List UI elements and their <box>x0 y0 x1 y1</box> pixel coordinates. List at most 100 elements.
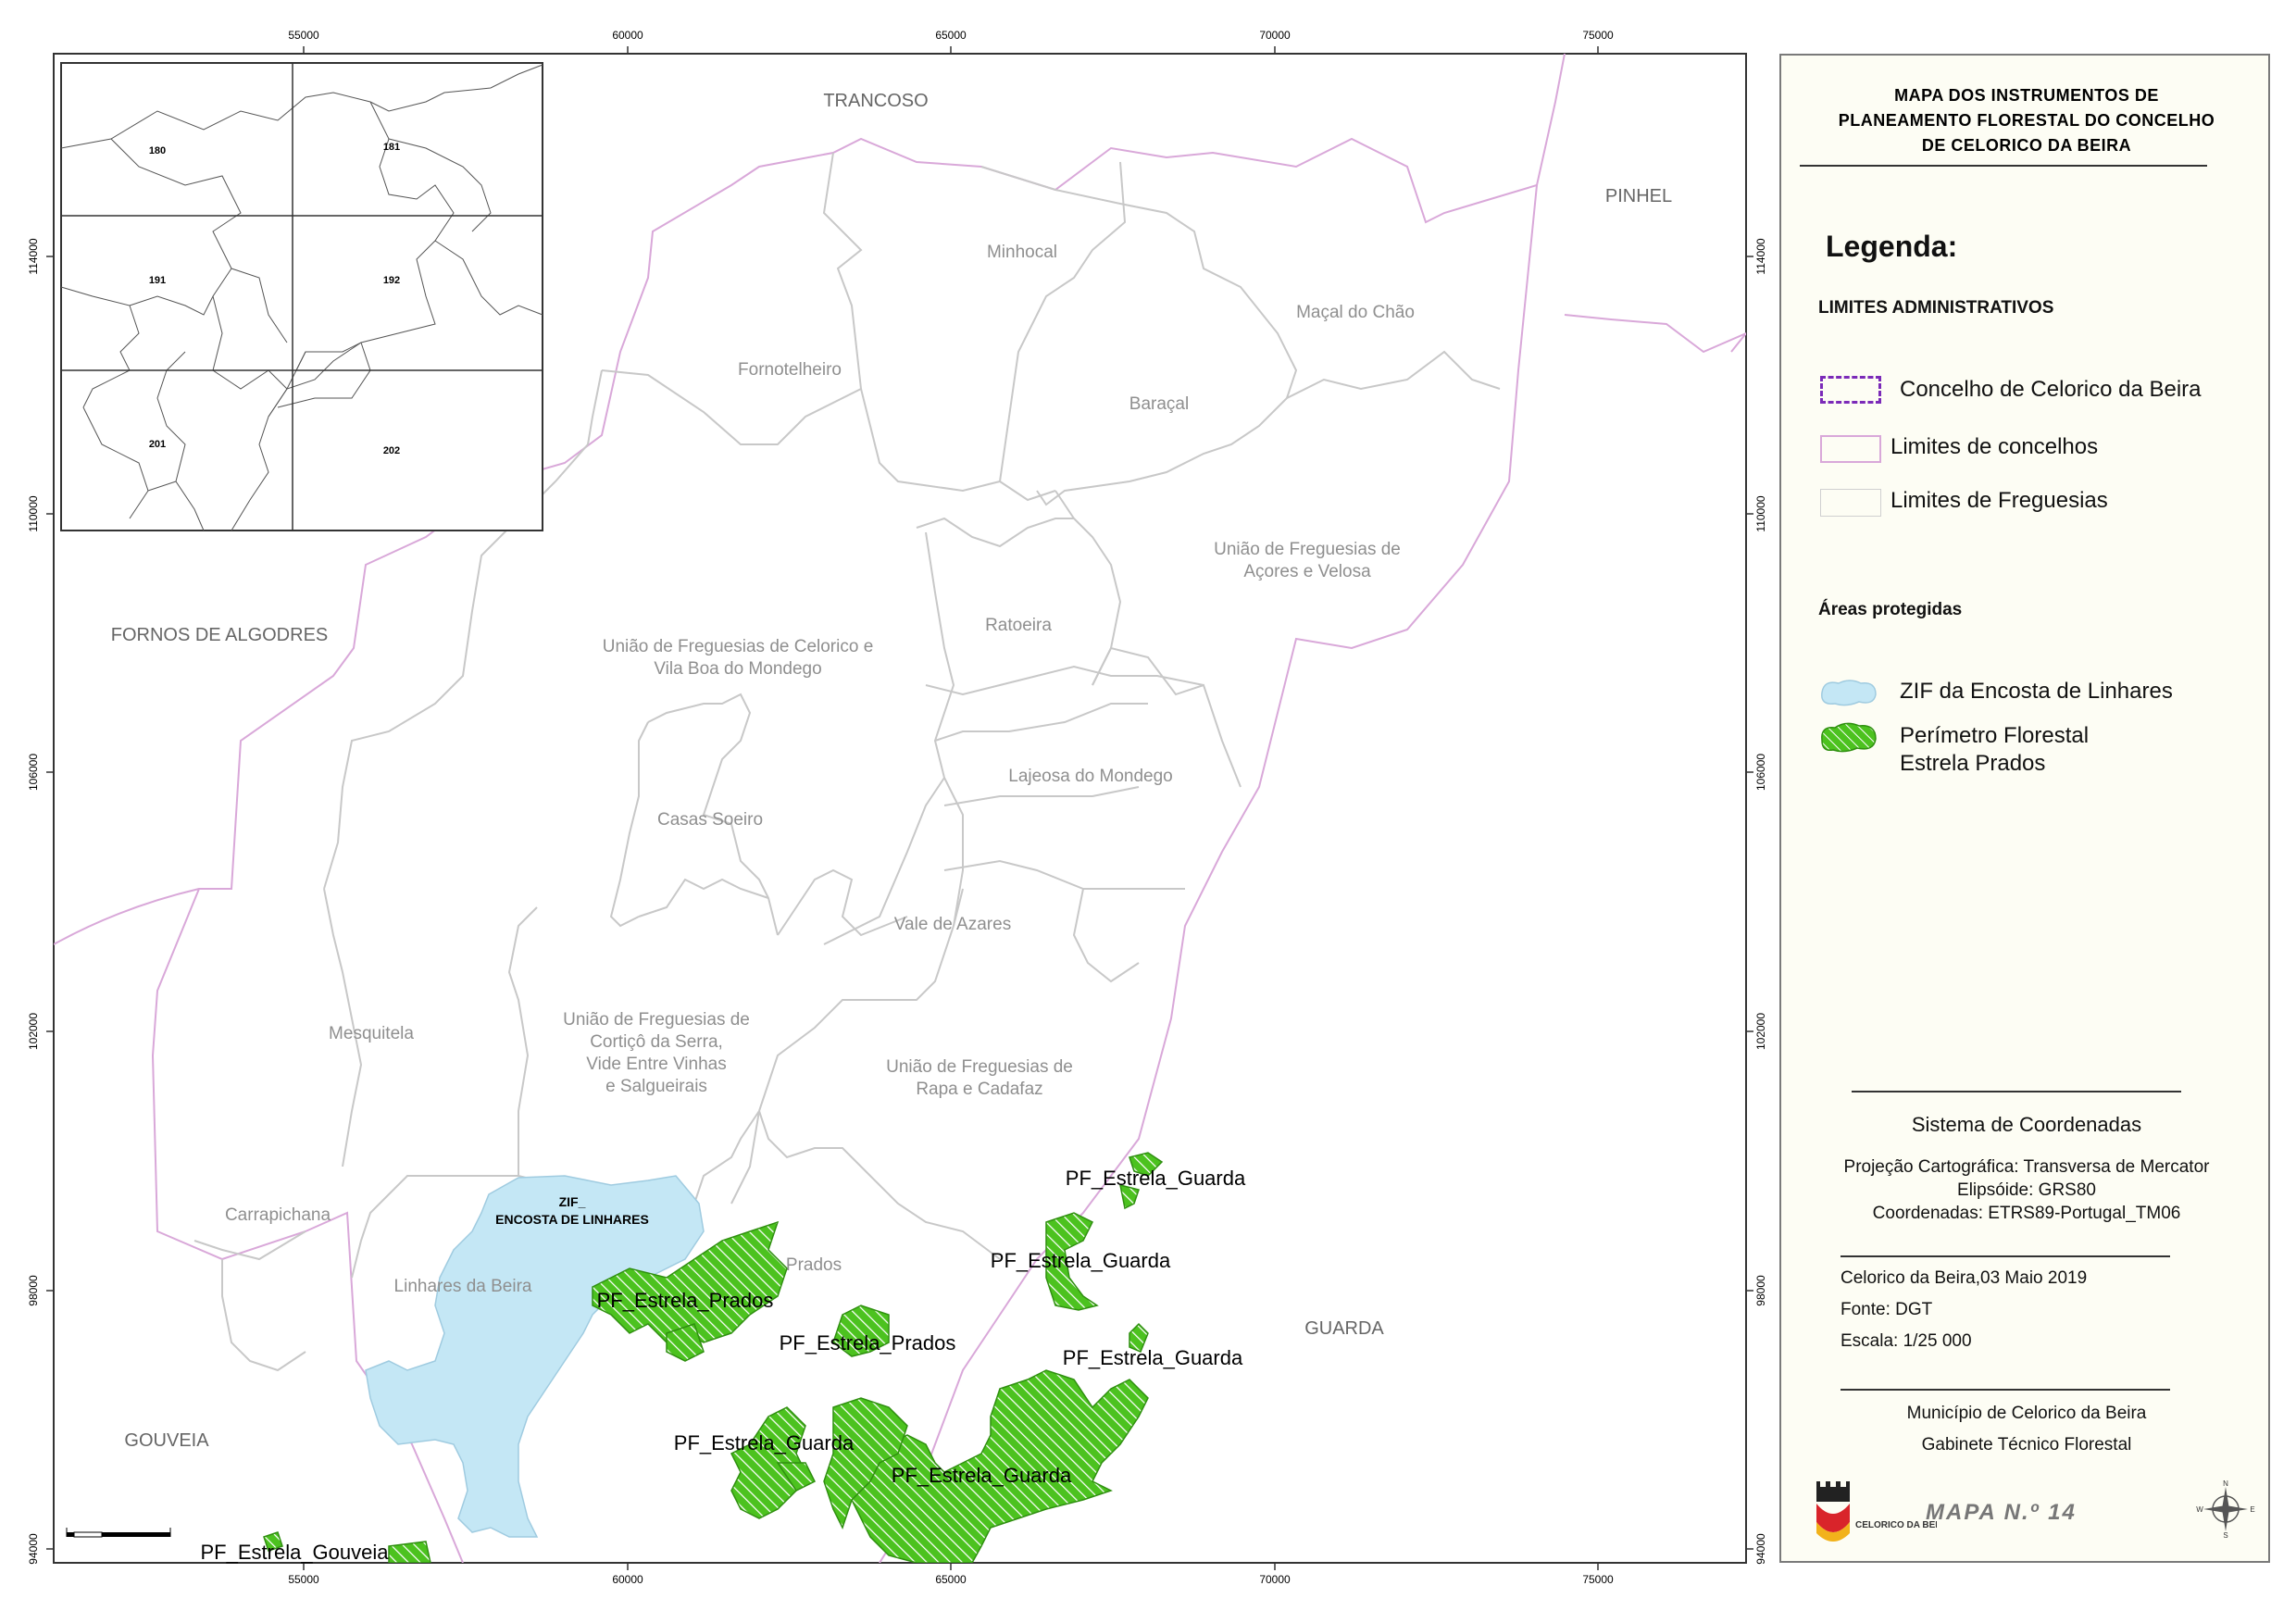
y-tick-left: 94000 <box>27 1533 40 1565</box>
map-canvas[interactable]: 180 181 191 192 201 202 55000 60000 6500… <box>0 0 1778 1623</box>
x-tick-top: 60000 <box>612 29 643 42</box>
section-protected-areas: Áreas protegidas <box>1818 600 1963 619</box>
y-tick-right: 102000 <box>1754 1013 1767 1050</box>
inset-sheet-181: 181 <box>383 142 400 153</box>
pf-label-prados: PF_Estrela_Prados <box>597 1289 774 1312</box>
pf-label-guarda: PF_Estrela_Guarda <box>674 1431 855 1454</box>
label-minhocal: Minhocal <box>987 243 1057 262</box>
swatch-perimetro <box>1821 722 1877 753</box>
legend-concelho-celorico: Concelho de Celorico da Beira <box>1900 377 2202 402</box>
inset-sheet-202: 202 <box>383 445 400 456</box>
label-pinhel: PINHEL <box>1605 186 1672 206</box>
label-celorico-1: União de Freguesias de Celorico e <box>603 637 874 656</box>
legend-limites-concelhos: Limites de concelhos <box>1890 434 2099 459</box>
x-tick-bottom: 65000 <box>935 1573 967 1586</box>
label-rapa-2: Rapa e Cadafaz <box>916 1080 1042 1099</box>
inset-sheet-201: 201 <box>149 439 166 450</box>
y-tick-labels-right: 114000 110000 106000 102000 98000 94000 <box>1754 238 1767 1565</box>
coord-coordinates: Coordenadas: ETRS89-Portugal_TM06 <box>1872 1204 2181 1223</box>
title-divider <box>1800 165 2207 167</box>
label-trancoso: TRANCOSO <box>823 91 928 111</box>
label-cortico-2: Cortiçô da Serra, <box>590 1032 723 1052</box>
legend-perimetro-1: Perímetro Florestal <box>1900 723 2090 748</box>
swatch-limites-freguesias <box>1820 489 1881 517</box>
y-tick-left: 106000 <box>27 754 40 791</box>
map-title-line: MAPA DOS INSTRUMENTOS DE <box>1894 86 2159 105</box>
map-date: Celorico da Beira,03 Maio 2019 <box>1841 1268 2088 1288</box>
y-tick-right: 98000 <box>1754 1275 1767 1306</box>
zif-label-1: ZIF_ <box>559 1194 586 1209</box>
author-line-1: Município de Celorico da Beira <box>1906 1404 2147 1423</box>
swatch-limites-concelhos <box>1820 435 1881 463</box>
map-title: MAPA DOS INSTRUMENTOS DE PLANEAMENTO FLO… <box>1800 83 2253 158</box>
compass-rose-icon: N S E W <box>2196 1479 2254 1539</box>
coord-system-title: Sistema de Coordenadas <box>1911 1113 2142 1136</box>
inset-sheet-180: 180 <box>149 145 166 156</box>
label-guarda: GUARDA <box>1304 1318 1384 1339</box>
label-celorico-2: Vila Boa do Mondego <box>654 659 821 679</box>
coord-projection: Projeção Cartográfica: Transversa de Mer… <box>1843 1157 2210 1177</box>
coord-ellipsoid: Elipsóide: GRS80 <box>1957 1180 2096 1200</box>
compass-n: N <box>2223 1479 2228 1488</box>
y-tick-right: 106000 <box>1754 754 1767 791</box>
compass-e: E <box>2250 1505 2254 1514</box>
compass-s: S <box>2223 1531 2227 1539</box>
date-divider <box>1841 1255 2170 1257</box>
map-scale: Escala: 1/25 000 <box>1841 1331 1972 1351</box>
label-cortico-4: e Salgueirais <box>605 1077 707 1096</box>
label-lajeosa: Lajeosa do Mondego <box>1008 767 1172 786</box>
label-acores-2: Açores e Velosa <box>1243 562 1371 581</box>
zif-label-2: ENCOSTA DE LINHARES <box>495 1212 649 1227</box>
x-tick-bottom: 60000 <box>612 1573 643 1586</box>
x-tick-bottom: 75000 <box>1582 1573 1614 1586</box>
legend-heading: Legenda: <box>1826 230 1958 263</box>
x-tick-top: 75000 <box>1582 29 1614 42</box>
label-baracal: Baraçal <box>1129 394 1189 414</box>
map-title-line: PLANEAMENTO FLORESTAL DO CONCELHO <box>1838 111 2215 130</box>
section-admin-limits: LIMITES ADMINISTRATIVOS <box>1818 298 2054 318</box>
logo-text: CELORICO DA BEIRA <box>1855 1520 1937 1530</box>
map-title-line: DE CELORICO DA BEIRA <box>1921 136 2132 155</box>
municipality-logo: CELORICO DA BEIRA <box>1816 1481 1937 1542</box>
label-ratoeira: Ratoeira <box>985 616 1052 635</box>
swatch-zif <box>1821 680 1877 706</box>
pf-label-guarda: PF_Estrela_Guarda <box>1063 1346 1243 1369</box>
x-tick-top: 65000 <box>935 29 967 42</box>
y-tick-right: 110000 <box>1754 495 1767 531</box>
map-number: MAPA N.º 14 <box>1926 1500 2077 1525</box>
inset-map: 180 181 191 192 201 202 <box>60 62 543 531</box>
y-tick-left: 114000 <box>27 238 40 274</box>
x-tick-top: 55000 <box>288 29 319 42</box>
label-cortico-3: Vide Entre Vinhas <box>586 1055 726 1074</box>
label-acores-1: União de Freguesias de <box>1214 540 1401 559</box>
y-tick-left: 98000 <box>27 1275 40 1306</box>
label-prados: Prados <box>786 1255 842 1275</box>
label-cortico-1: União de Freguesias de <box>563 1010 750 1030</box>
pf-label-guarda: PF_Estrela_Guarda <box>1066 1167 1246 1190</box>
y-tick-left: 110000 <box>27 495 40 531</box>
compass-w: W <box>2196 1505 2203 1514</box>
pf-label-guarda: PF_Estrela_Guarda <box>991 1249 1171 1272</box>
inset-sheet-192: 192 <box>383 275 400 286</box>
y-tick-left: 102000 <box>27 1013 40 1050</box>
y-tick-right: 94000 <box>1754 1533 1767 1565</box>
legend-perimetro-2: Estrela Prados <box>1900 751 2046 776</box>
label-vale-azares: Vale de Azares <box>894 915 1011 934</box>
legend-limites-freguesias: Limites de Freguesias <box>1890 488 2108 513</box>
legend-panel: MAPA DOS INSTRUMENTOS DE PLANEAMENTO FLO… <box>1779 54 2270 1563</box>
x-tick-bottom: 55000 <box>288 1573 319 1586</box>
label-rapa-1: União de Freguesias de <box>886 1057 1073 1077</box>
y-tick-right: 114000 <box>1754 238 1767 274</box>
x-tick-bottom: 70000 <box>1259 1573 1291 1586</box>
label-macal: Maçal do Chão <box>1296 303 1415 322</box>
x-tick-top: 70000 <box>1259 29 1291 42</box>
label-carrapichana: Carrapichana <box>225 1205 331 1225</box>
swatch-concelho-celorico <box>1820 376 1881 404</box>
label-linhares: Linhares da Beira <box>394 1277 532 1296</box>
label-fornotelheiro: Fornotelheiro <box>738 360 842 380</box>
x-tick-labels-top: 55000 60000 65000 70000 75000 <box>288 29 1614 42</box>
inset-sheet-191: 191 <box>149 275 166 286</box>
label-casas-soeiro: Casas Soeiro <box>657 810 763 830</box>
pf-label-prados: PF_Estrela_Prados <box>780 1331 956 1355</box>
label-mesquitela: Mesquitela <box>329 1024 414 1043</box>
